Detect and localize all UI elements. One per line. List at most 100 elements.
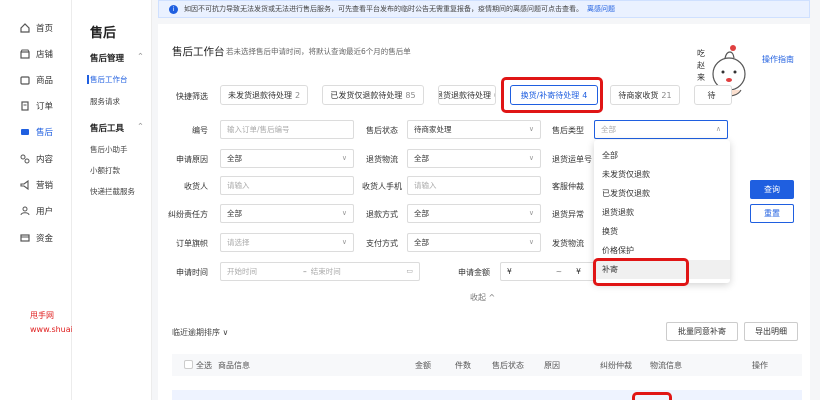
- sub-link-assistant[interactable]: 售后小助手: [90, 144, 128, 155]
- dropdown-option-all[interactable]: 全部: [594, 146, 730, 165]
- sub-link-service-request[interactable]: 服务请求: [90, 96, 120, 107]
- pay-method-select[interactable]: 全部 ∨: [407, 233, 541, 252]
- export-button[interactable]: 导出明细: [744, 322, 798, 341]
- reset-button[interactable]: 重置: [750, 204, 794, 223]
- receiver-phone-input[interactable]: 请输入: [407, 176, 541, 195]
- dropdown-option-shipped-refund[interactable]: 已发货仅退款: [594, 184, 730, 203]
- batch-resend-button[interactable]: 批量同意补寄: [666, 322, 738, 341]
- info-icon: i: [169, 4, 178, 14]
- chevron-up-icon: ⌃: [136, 52, 144, 62]
- chevron-down-icon: ∨: [528, 154, 534, 162]
- nav-item-fund[interactable]: 资金: [0, 228, 72, 248]
- apply-time-range[interactable]: 开始时间 – 结束时间 ▭: [220, 262, 420, 281]
- nav-item-order[interactable]: 订单: [0, 96, 72, 116]
- notice-bar: i 如因不可抗力导致无法发货或无法进行售后服务，可先查看平台发布的临时公告无需重…: [158, 0, 810, 18]
- refund-method-label: 退款方式: [366, 210, 398, 219]
- chevron-up-icon: ∧: [715, 125, 721, 133]
- select-all-label: 全选: [196, 361, 212, 370]
- query-button[interactable]: 查询: [750, 180, 794, 199]
- sub-group-aftersale-manage[interactable]: 售后管理 ⌃: [90, 52, 144, 64]
- apply-time-label: 申请时间: [176, 268, 208, 277]
- main-nav: 首页 店铺 商品 订单 售后 内容 营销 用户 资金 甩手网 www.shuai…: [0, 0, 112, 400]
- sub-link-workbench[interactable]: 售后工作台: [87, 74, 128, 85]
- nav-item-user[interactable]: 用户: [0, 201, 72, 221]
- amount-label: 申请金额: [458, 268, 490, 277]
- flag-label: 订单旗帜: [176, 239, 208, 248]
- ship-logistics-label: 发货物流: [552, 239, 584, 248]
- nav-item-home[interactable]: 首页: [0, 18, 72, 38]
- sub-menu: 售后 售后管理 ⌃ 售后工作台 服务请求 售后工具 ⌃ 售后小助手 小额打款 快递拦…: [72, 0, 152, 400]
- collapse-toggle[interactable]: 收起 ^: [470, 292, 495, 303]
- tab-await-receipt[interactable]: 待商家收货 21: [610, 85, 680, 105]
- tab-return-refund[interactable]: 退货退款待处理0: [438, 85, 496, 105]
- tab-more[interactable]: 待: [694, 85, 732, 105]
- highlight-box-resend: [593, 258, 689, 286]
- sub-link-express-intercept[interactable]: 快递拦截服务: [90, 186, 135, 197]
- table-header: 全选 商品信息 金额 件数 售后状态 原因 纠纷仲裁 物流信息 操作: [172, 354, 802, 376]
- sub-menu-title: 售后: [90, 26, 117, 41]
- notice-text: 如因不可抗力导致无法发货或无法进行售后服务，可先查看平台发布的临时公告无需重复报…: [184, 5, 583, 13]
- dispute-label: 纠纷责任方: [168, 210, 208, 219]
- reason-select[interactable]: 全部 ∨: [220, 149, 354, 168]
- select-all-checkbox[interactable]: [184, 360, 193, 369]
- marketing-icon: [20, 179, 30, 191]
- pay-method-label: 支付方式: [366, 239, 398, 248]
- col-status: 售后状态: [492, 361, 524, 370]
- col-actions: 操作: [752, 361, 768, 370]
- aftersale-icon: [20, 127, 30, 137]
- tab-unshipped-refund[interactable]: 未发货退款待处理 2: [220, 85, 308, 105]
- status-select[interactable]: 待商家处理 ∨: [407, 120, 541, 139]
- col-logistics: 物流信息: [650, 361, 682, 370]
- receiver-phone-label: 收货人手机: [362, 182, 402, 191]
- nav-item-aftersale[interactable]: 售后: [0, 122, 72, 142]
- refund-logistics-label: 退货物流: [366, 155, 398, 164]
- dropdown-option-return-refund[interactable]: 退货退款: [594, 203, 730, 222]
- sub-link-small-payment[interactable]: 小额打款: [90, 165, 120, 176]
- chevron-down-icon: ∨: [528, 125, 534, 133]
- receiver-label: 收货人: [184, 182, 208, 191]
- sub-group-aftersale-tools[interactable]: 售后工具 ⌃: [90, 122, 144, 134]
- type-select[interactable]: 全部 ∧: [594, 120, 728, 139]
- order-icon: [20, 101, 30, 111]
- nav-item-goods[interactable]: 商品: [0, 70, 72, 90]
- nav-item-marketing[interactable]: 营销: [0, 175, 72, 195]
- nav-item-content[interactable]: 内容: [0, 149, 72, 169]
- dropdown-option-unshipped-refund[interactable]: 未发货仅退款: [594, 165, 730, 184]
- cs-label: 客服仲裁: [552, 182, 584, 191]
- sort-dropdown[interactable]: 临近逾期排序 ∨: [172, 327, 228, 338]
- table-row: [172, 390, 802, 400]
- chevron-down-icon: ∨: [341, 238, 347, 246]
- content-icon: [20, 154, 30, 164]
- store-icon: [20, 49, 30, 59]
- order-no-input[interactable]: 输入订单/售后编号: [220, 120, 354, 139]
- tab-shipped-refund[interactable]: 已发货仅退款待处理 85: [322, 85, 424, 105]
- chevron-down-icon: ∨: [528, 209, 534, 217]
- svg-text:来: 来: [697, 73, 705, 82]
- col-goods: 商品信息: [218, 361, 250, 370]
- dispute-select[interactable]: 全部 ∨: [220, 204, 354, 223]
- refund-logistics-select[interactable]: 全部 ∨: [407, 149, 541, 168]
- calendar-icon: ▭: [406, 267, 413, 275]
- nav-item-store[interactable]: 店铺: [0, 44, 72, 64]
- refund-method-select[interactable]: 全部 ∨: [407, 204, 541, 223]
- notice-link[interactable]: 离感问题: [587, 4, 615, 14]
- col-reason: 原因: [544, 361, 560, 370]
- guide-link[interactable]: 操作指南: [762, 54, 794, 65]
- svg-text:赵: 赵: [697, 60, 705, 70]
- quick-filter-label: 快捷筛选: [176, 92, 208, 101]
- dropdown-option-exchange[interactable]: 换货: [594, 222, 730, 241]
- order-no-label: 编号: [192, 126, 208, 135]
- highlight-box-row: [632, 392, 672, 400]
- watermark-name: 甩手网: [30, 311, 54, 320]
- return-no-label: 退货运单号: [552, 155, 592, 164]
- col-amount: 金额: [415, 361, 431, 370]
- type-label: 售后类型: [552, 126, 584, 135]
- col-dispute: 纠纷仲裁: [600, 361, 632, 370]
- chevron-up-icon: ⌃: [136, 122, 144, 132]
- svg-text:吃: 吃: [697, 48, 705, 58]
- goods-icon: [20, 75, 30, 85]
- receiver-input[interactable]: 请输入: [220, 176, 354, 195]
- col-quantity: 件数: [455, 361, 471, 370]
- flag-select[interactable]: 请选择 ∨: [220, 233, 354, 252]
- chevron-down-icon: ∨: [528, 238, 534, 246]
